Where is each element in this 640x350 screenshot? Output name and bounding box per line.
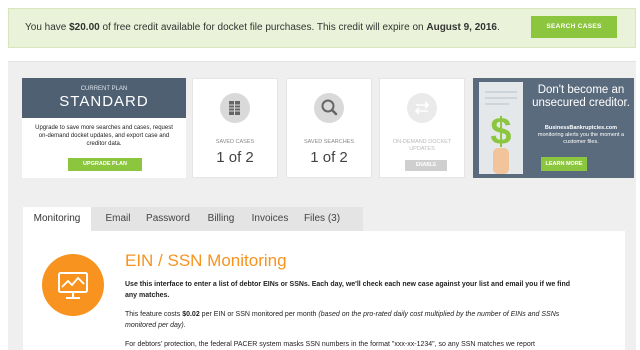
magnifier-icon [314,93,344,123]
search-cases-button[interactable]: SEARCH CASES [531,16,617,38]
monitor-chart-icon [42,254,104,316]
plan-name: STANDARD [59,93,149,110]
tab-password[interactable]: Password [142,207,194,231]
tab-files[interactable]: Files (3) [300,207,344,231]
upgrade-plan-button[interactable]: UPGRADE PLAN [68,158,142,171]
saved-cases-card[interactable]: SAVED CASES 1 of 2 [192,78,278,178]
intro-text: Use this interface to enter a list of de… [125,281,571,299]
svg-text:$: $ [490,111,511,153]
protection-text: For debtors' protection, the federal PAC… [125,341,536,348]
saved-searches-value: 1 of 2 [310,149,348,166]
docket-updates-card: ON-DEMAND DOCKET UPDATES ENABLE [379,78,465,178]
page-title: EIN / SSN Monitoring [125,251,287,270]
saved-searches-card[interactable]: SAVED SEARCHES 1 of 2 [286,78,372,178]
plan-header: CURRENT PLAN STANDARD [22,78,186,118]
receipt-image: $ [479,82,523,174]
credit-message: You have $20.00 of free credit available… [25,22,500,33]
current-plan-card: CURRENT PLAN STANDARD Upgrade to save mo… [22,78,186,178]
docket-updates-label: ON-DEMAND DOCKET UPDATES [392,139,452,152]
cost-text: This feature costs $0.02 per EIN or SSN … [125,311,560,329]
filing-cabinet-icon [220,93,250,123]
saved-cases-value: 1 of 2 [216,149,254,166]
plan-description: Upgrade to save more searches and cases,… [35,125,173,147]
saved-searches-label: SAVED SEARCHES [303,139,355,145]
bankruptcy-ad[interactable]: $ Don't become an unsecured creditor. Bu… [473,78,634,178]
tab-monitoring[interactable]: Monitoring [23,207,91,231]
swap-arrows-icon [407,93,437,123]
plan-caption: CURRENT PLAN [80,86,128,92]
tab-email[interactable]: Email [99,207,137,231]
ad-body: BusinessBankruptcies.com monitoring alert… [537,125,625,145]
tab-invoices[interactable]: Invoices [246,207,294,231]
enable-button[interactable]: ENABLE [405,160,447,171]
saved-cases-label: SAVED CASES [215,139,255,145]
learn-more-button[interactable]: LEARN MORE [541,157,587,171]
tab-billing[interactable]: Billing [202,207,240,231]
ad-headline: Don't become an unsecured creditor. [532,84,630,109]
